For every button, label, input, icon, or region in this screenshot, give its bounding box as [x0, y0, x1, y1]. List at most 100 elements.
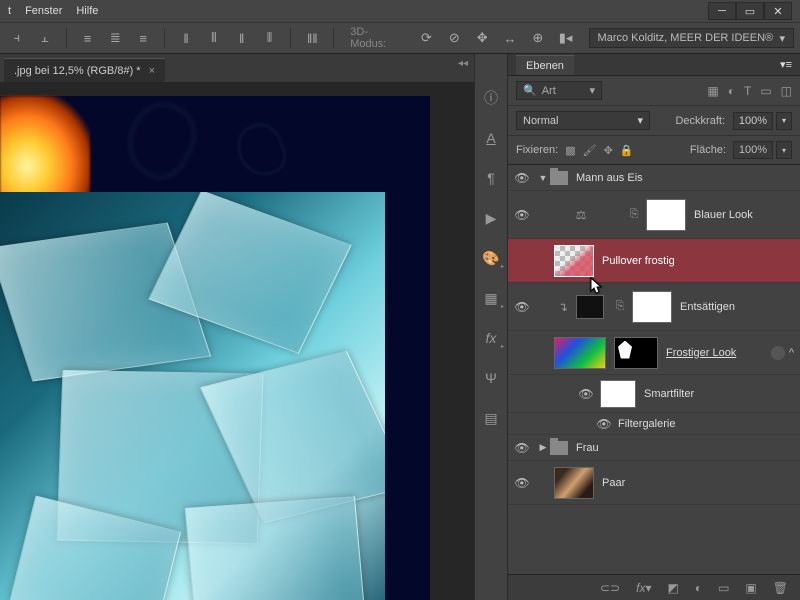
- adjustment-thumbnail[interactable]: [576, 295, 604, 319]
- group-icon[interactable]: ▭: [718, 581, 729, 595]
- canvas[interactable]: [0, 82, 474, 600]
- layer-row[interactable]: 👁 ↴ ⎘ Entsättigen: [508, 283, 800, 331]
- swatches-panel-icon[interactable]: ▦▸: [481, 288, 501, 308]
- camera-icon[interactable]: ▮◂: [555, 27, 577, 49]
- lock-transparency-icon[interactable]: ▩: [565, 144, 575, 157]
- distribute-icon[interactable]: ‖: [175, 27, 197, 49]
- orbit-icon[interactable]: ⟳: [416, 27, 438, 49]
- filter-adjust-icon[interactable]: ◐: [728, 84, 735, 98]
- layer-name[interactable]: Filtergalerie: [618, 418, 675, 430]
- panel-menu-icon[interactable]: ▾≡: [780, 58, 792, 71]
- mask-thumbnail[interactable]: [632, 291, 672, 323]
- layer-thumbnail[interactable]: [554, 245, 594, 277]
- menu-fenster[interactable]: Fenster: [25, 5, 62, 17]
- layer-name[interactable]: Mann aus Eis: [576, 172, 643, 184]
- distribute-icon[interactable]: ‖: [231, 27, 253, 49]
- chevron-down-icon: ▾: [589, 84, 595, 97]
- fx-menu-icon[interactable]: fx▾: [636, 581, 651, 595]
- roll-icon[interactable]: ⊘: [443, 27, 465, 49]
- new-layer-icon[interactable]: ▣: [745, 581, 756, 595]
- visibility-toggle[interactable]: 👁: [572, 387, 600, 401]
- scale-icon[interactable]: ⊕: [527, 27, 549, 49]
- visibility-toggle[interactable]: 👁: [508, 441, 536, 455]
- lock-position-icon[interactable]: ✥: [604, 144, 613, 157]
- layer-name[interactable]: Pullover frostig: [602, 255, 675, 267]
- twirl-right-icon[interactable]: ▶: [536, 442, 550, 453]
- visibility-toggle[interactable]: 👁: [508, 208, 536, 222]
- filter-type-icon[interactable]: T: [744, 84, 751, 98]
- mask-icon[interactable]: ◩: [667, 581, 678, 595]
- collapse-icon[interactable]: ◂◂: [458, 58, 468, 69]
- link-layers-icon[interactable]: ⊂⊃: [600, 581, 620, 595]
- pan-icon[interactable]: ✥: [471, 27, 493, 49]
- visibility-toggle[interactable]: 👁: [590, 417, 618, 431]
- layer-row[interactable]: Frostiger Look ^: [508, 331, 800, 375]
- visibility-toggle[interactable]: 👁: [508, 300, 536, 314]
- document-tab[interactable]: .jpg bei 12,5% (RGB/8#) * ×: [4, 58, 165, 82]
- character-panel-icon[interactable]: A: [481, 128, 501, 148]
- styles-panel-icon[interactable]: fx▸: [481, 328, 501, 348]
- layer-group[interactable]: 👁 ▼ Mann aus Eis: [508, 165, 800, 191]
- link-icon[interactable]: ⎘: [626, 208, 642, 221]
- distribute-icon[interactable]: ≡: [132, 27, 154, 49]
- maximize-button[interactable]: ▭: [736, 2, 764, 20]
- blend-mode-dropdown[interactable]: Normal ▾: [516, 111, 650, 130]
- opacity-value[interactable]: 100%: [733, 112, 773, 130]
- info-panel-icon[interactable]: ⓘ: [481, 88, 501, 108]
- fill-value[interactable]: 100%: [733, 141, 773, 159]
- filter-smart-icon[interactable]: ◫: [781, 84, 792, 98]
- layer-group[interactable]: 👁 ▶ Frau: [508, 435, 800, 461]
- layer-name[interactable]: Frostiger Look: [666, 347, 736, 359]
- menu-hilfe[interactable]: Hilfe: [76, 5, 98, 17]
- connection-icon[interactable]: Ψ: [481, 368, 501, 388]
- filter-shape-icon[interactable]: ▭: [760, 84, 771, 98]
- chevron-icon[interactable]: ^: [789, 347, 794, 359]
- color-panel-icon[interactable]: 🎨▸: [481, 248, 501, 268]
- layer-row[interactable]: 👁 ⚖ ⎘ Blauer Look: [508, 191, 800, 239]
- fx-badge[interactable]: [771, 346, 785, 360]
- mask-thumbnail[interactable]: [646, 199, 686, 231]
- lock-all-icon[interactable]: 🔒: [620, 144, 634, 157]
- distribute-icon[interactable]: ‖‖: [301, 27, 323, 49]
- lock-pixels-icon[interactable]: 🖌: [583, 144, 597, 157]
- layer-name[interactable]: Entsättigen: [680, 301, 735, 313]
- align-icon[interactable]: ⫠: [34, 27, 56, 49]
- minimize-button[interactable]: ─: [708, 2, 736, 20]
- layer-name[interactable]: Frau: [576, 442, 599, 454]
- distribute-icon[interactable]: ⦀: [259, 27, 281, 49]
- fill-flyout[interactable]: ▾: [776, 141, 792, 159]
- layer-name[interactable]: Paar: [602, 477, 625, 489]
- workspace-switcher[interactable]: Marco Kolditz, MEER DER IDEEN® ▾: [589, 28, 794, 48]
- smartfilter-thumbnail[interactable]: [600, 380, 636, 408]
- visibility-toggle[interactable]: 👁: [508, 476, 536, 490]
- align-icon[interactable]: ⫞: [6, 27, 28, 49]
- layer-name[interactable]: Smartfilter: [644, 388, 694, 400]
- libraries-icon[interactable]: ▤: [481, 408, 501, 428]
- twirl-down-icon[interactable]: ▼: [536, 173, 550, 183]
- trash-icon[interactable]: 🗑: [773, 581, 788, 595]
- layer-name[interactable]: Blauer Look: [694, 209, 753, 221]
- slide-icon[interactable]: ↔: [499, 27, 521, 49]
- layer-row[interactable]: 👁 Paar: [508, 461, 800, 505]
- close-button[interactable]: ✕: [764, 2, 792, 20]
- filter-pixel-icon[interactable]: ▦: [707, 84, 718, 98]
- layer-thumbnail[interactable]: [554, 467, 594, 499]
- adjustment-icon[interactable]: ◐: [695, 581, 702, 595]
- play-icon[interactable]: ▶: [481, 208, 501, 228]
- menu-item[interactable]: t: [8, 5, 11, 17]
- distribute-icon[interactable]: ⦀: [203, 27, 225, 49]
- layer-row[interactable]: 👁 Filtergalerie: [508, 413, 800, 435]
- visibility-toggle[interactable]: 👁: [508, 171, 536, 185]
- layer-thumbnail[interactable]: [554, 337, 606, 369]
- distribute-icon[interactable]: ≡: [77, 27, 99, 49]
- opacity-flyout[interactable]: ▾: [776, 112, 792, 130]
- paragraph-panel-icon[interactable]: ¶: [481, 168, 501, 188]
- close-tab-icon[interactable]: ×: [149, 65, 155, 77]
- layer-row[interactable]: 👁 Smartfilter: [508, 375, 800, 413]
- distribute-icon[interactable]: ≣: [104, 27, 126, 49]
- link-icon[interactable]: ⎘: [612, 300, 628, 313]
- mask-thumbnail[interactable]: [614, 337, 658, 369]
- panel-tab-ebenen[interactable]: Ebenen: [516, 55, 574, 75]
- layer-row-selected[interactable]: Pullover frostig: [508, 239, 800, 283]
- layer-filter-type[interactable]: 🔍 Art ▾: [516, 81, 602, 100]
